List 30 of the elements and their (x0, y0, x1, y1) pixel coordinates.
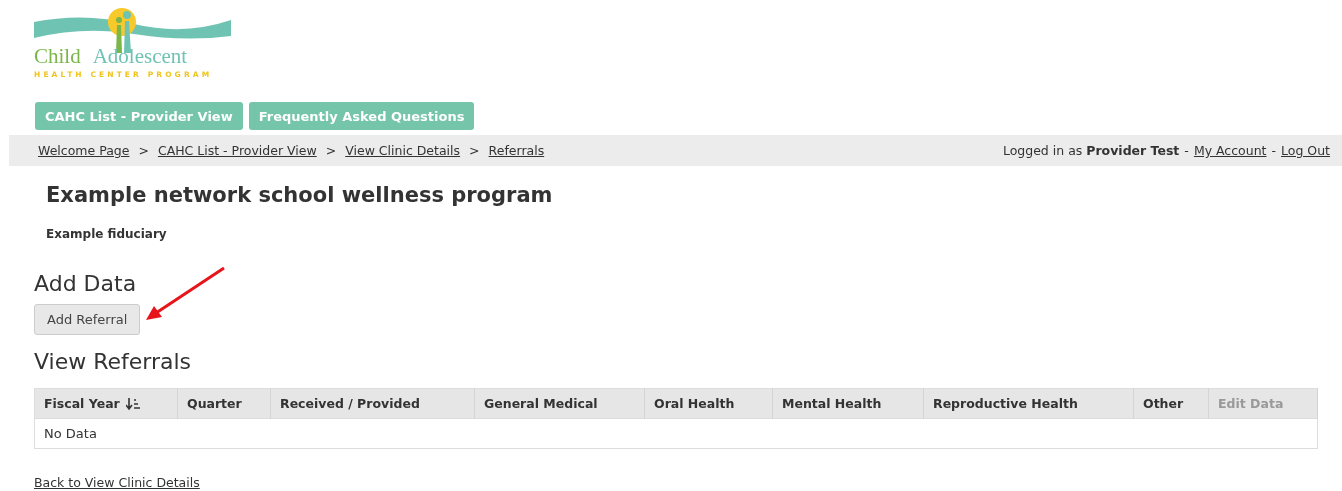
column-header[interactable]: Mental Health (772, 388, 924, 419)
account-link[interactable]: My Account (1193, 143, 1267, 158)
breadcrumb-link[interactable]: Referrals (488, 143, 545, 158)
logo-text: Adolescent (92, 44, 188, 69)
logo-text: Child (34, 44, 81, 69)
breadcrumb-separator: > (138, 143, 149, 158)
column-header[interactable]: Other (1133, 388, 1209, 419)
breadcrumb-separator: > (469, 143, 480, 158)
breadcrumb-link[interactable]: CAHC List - Provider View (157, 143, 317, 158)
column-header[interactable]: Oral Health (644, 388, 773, 419)
column-header[interactable]: General Medical (474, 388, 645, 419)
section-heading: Add Data (34, 271, 138, 296)
breadcrumb-link[interactable]: View Clinic Details (345, 143, 461, 158)
login-status-text: Logged in as Provider Test (1002, 143, 1180, 158)
breadcrumb-separator: > (325, 143, 337, 158)
column-header[interactable]: Quarter (177, 388, 271, 419)
sort-icon (126, 398, 141, 411)
add-referral-button[interactable]: Add Referral (34, 304, 141, 335)
column-header[interactable]: Received / Provided (270, 388, 475, 419)
page-subtitle: Example fiduciary (46, 227, 168, 241)
table-cell: No Data (34, 418, 1318, 449)
section-heading: View Referrals (34, 349, 193, 374)
separator-text: - (1271, 143, 1277, 158)
breadcrumb-link[interactable]: Welcome Page (38, 143, 130, 158)
back-link[interactable]: Back to View Clinic Details (34, 475, 200, 490)
page-title: Example network school wellness program (46, 183, 554, 207)
column-header[interactable]: Reproductive Health (923, 388, 1134, 419)
separator-text: - (1184, 143, 1189, 158)
column-header[interactable]: Fiscal Year (34, 388, 178, 419)
account-link[interactable]: Log Out (1281, 143, 1330, 158)
